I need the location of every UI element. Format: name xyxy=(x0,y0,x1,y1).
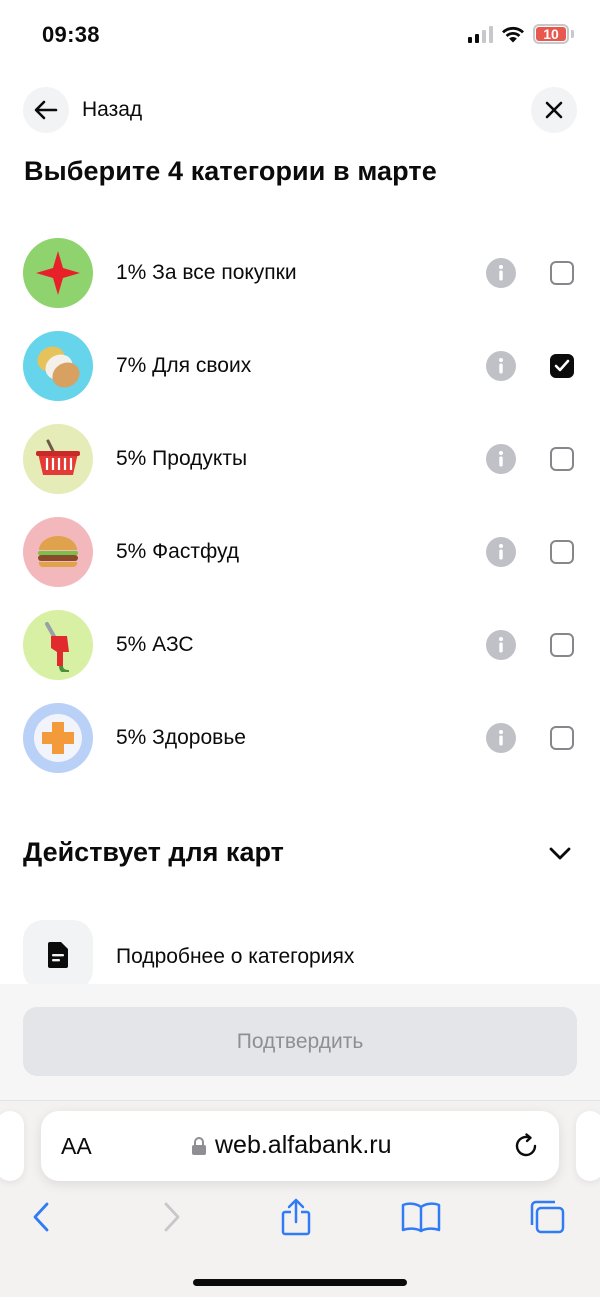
coins-icon xyxy=(23,330,93,401)
arrow-left-icon xyxy=(34,100,58,120)
categories-details-link[interactable]: Подробнее о категориях xyxy=(0,920,600,990)
category-checkbox[interactable] xyxy=(550,353,574,378)
category-checkbox[interactable] xyxy=(550,539,574,564)
info-icon[interactable] xyxy=(486,443,516,474)
health-cross-icon xyxy=(23,702,93,773)
browser-toolbar xyxy=(0,1197,600,1237)
tabs-button[interactable] xyxy=(527,1197,567,1237)
category-row-for-friends[interactable]: 7% Для своих xyxy=(0,319,600,412)
category-row-all-purchases[interactable]: 1% За все покупки xyxy=(0,226,600,319)
chevron-right-icon xyxy=(164,1202,180,1232)
close-icon xyxy=(545,101,563,119)
browser-forward-button[interactable] xyxy=(152,1197,192,1237)
info-icon[interactable] xyxy=(486,722,516,753)
battery-level: 10 xyxy=(543,26,559,42)
info-icon[interactable] xyxy=(486,629,516,660)
category-row-health[interactable]: 5% Здоровье xyxy=(0,691,600,784)
next-tab-peek[interactable] xyxy=(576,1111,600,1181)
tabs-icon xyxy=(530,1200,565,1234)
info-icon[interactable] xyxy=(486,536,516,567)
status-bar: 09:38 10 xyxy=(0,0,600,70)
category-checkbox[interactable] xyxy=(550,725,574,750)
home-indicator xyxy=(193,1279,407,1286)
category-row-groceries[interactable]: 5% Продукты xyxy=(0,412,600,505)
details-label: Подробнее о категориях xyxy=(116,945,355,968)
browser-bar: AA web.alfabank.ru xyxy=(0,1100,600,1297)
fuel-nozzle-icon xyxy=(23,609,93,680)
category-label: 7% Для своих xyxy=(116,353,252,377)
category-list: 1% За все покупки 7% Для своих 5% Продук… xyxy=(0,226,600,784)
book-icon xyxy=(401,1202,441,1233)
confirm-button[interactable]: Подтвердить xyxy=(23,1007,577,1076)
cards-section-title[interactable]: Действует для карт xyxy=(23,837,284,868)
reload-icon[interactable] xyxy=(511,1131,541,1161)
category-label: 5% АЗС xyxy=(116,632,194,656)
category-row-gas-station[interactable]: 5% АЗС xyxy=(0,598,600,691)
category-checkbox[interactable] xyxy=(550,260,574,285)
bookmarks-button[interactable] xyxy=(401,1197,441,1237)
url-field[interactable]: web.alfabank.ru xyxy=(191,1131,392,1160)
page-title: Выберите 4 категории в марте xyxy=(24,156,437,186)
category-row-fastfood[interactable]: 5% Фастфуд xyxy=(0,505,600,598)
checkmark-icon xyxy=(554,359,570,371)
category-label: 5% Фастфуд xyxy=(116,539,240,563)
share-button[interactable] xyxy=(276,1197,316,1237)
category-checkbox[interactable] xyxy=(550,632,574,657)
wifi-icon xyxy=(502,26,524,43)
confirm-area: Подтвердить xyxy=(0,984,600,1100)
basket-icon xyxy=(23,423,93,494)
share-icon xyxy=(281,1198,311,1236)
battery-icon: 10 xyxy=(533,24,569,44)
category-label: 5% Здоровье xyxy=(116,725,246,749)
document-icon xyxy=(23,920,93,990)
category-label: 1% За все покупки xyxy=(116,260,297,284)
burger-icon xyxy=(23,516,93,587)
browser-back-button[interactable] xyxy=(21,1197,61,1237)
chevron-down-icon[interactable] xyxy=(546,840,574,868)
lock-icon xyxy=(192,1136,206,1155)
info-icon[interactable] xyxy=(486,257,516,288)
status-time: 09:38 xyxy=(42,22,100,47)
close-button[interactable] xyxy=(531,87,577,133)
cellular-signal-icon xyxy=(468,25,493,43)
back-button[interactable] xyxy=(23,87,69,133)
status-icons: 10 xyxy=(468,24,574,44)
address-bar[interactable]: AA web.alfabank.ru xyxy=(41,1111,559,1181)
category-label: 5% Продукты xyxy=(116,446,248,470)
info-icon[interactable] xyxy=(486,350,516,381)
text-size-button[interactable]: AA xyxy=(61,1133,92,1160)
url-text: web.alfabank.ru xyxy=(215,1131,392,1159)
back-label[interactable]: Назад xyxy=(82,98,142,122)
chevron-left-icon xyxy=(33,1202,49,1232)
previous-tab-peek[interactable] xyxy=(0,1111,24,1181)
category-checkbox[interactable] xyxy=(550,446,574,471)
star-icon xyxy=(23,237,93,308)
